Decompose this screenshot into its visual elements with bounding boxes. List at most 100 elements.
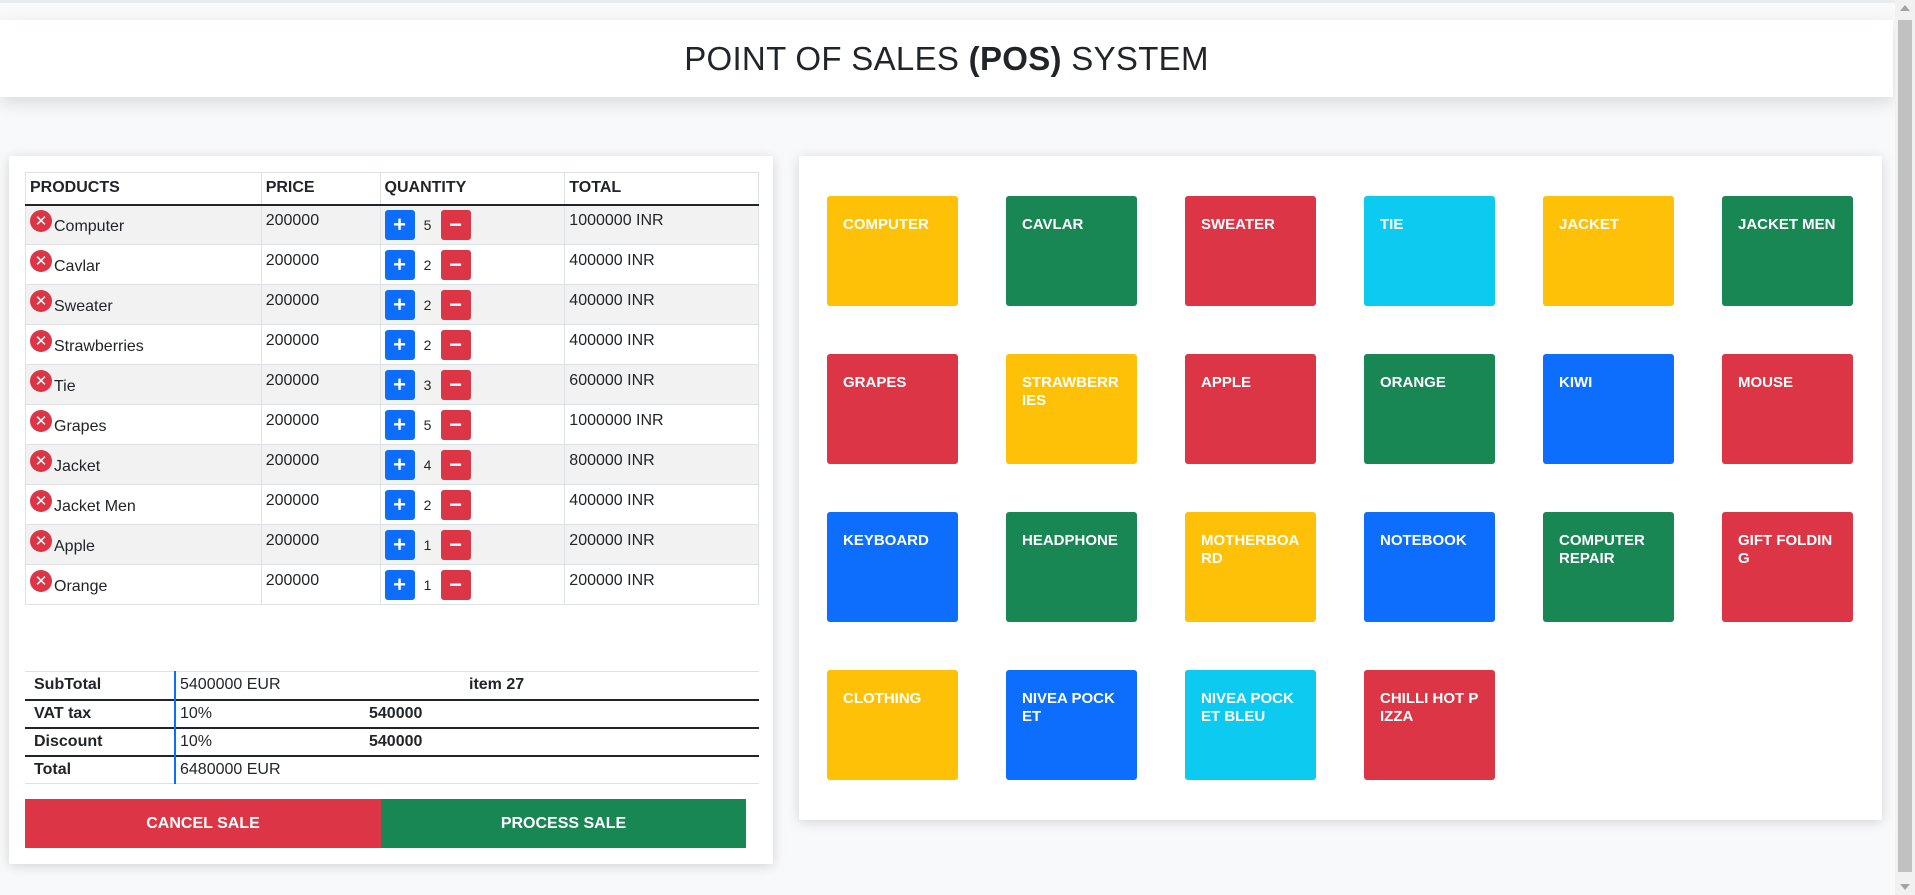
product-tile[interactable]: JACKET: [1543, 196, 1674, 306]
product-tile[interactable]: KEYBOARD: [827, 512, 958, 622]
total-row: Total 6480000 EUR: [25, 755, 759, 784]
product-grid: COMPUTER CAVLAR SWEATER TIE JACKET JACKET MEN…: [827, 196, 1853, 780]
product-tile[interactable]: GRAPES: [827, 354, 958, 464]
quantity-value: 2: [423, 336, 432, 353]
cart-row: ✕ Strawberries 200000 +2− 400000 INR: [25, 324, 759, 365]
product-name: Orange: [54, 577, 108, 595]
page-scrollbar[interactable]: [1895, 0, 1915, 895]
decrease-qty-button[interactable]: −: [440, 209, 471, 240]
decrease-qty-button[interactable]: −: [440, 569, 471, 600]
quantity-value: 5: [423, 416, 432, 433]
process-sale-button[interactable]: PROCESS SALE: [381, 799, 746, 848]
cart-row: ✕ Tie 200000 +3− 600000 INR: [25, 364, 759, 405]
remove-item-icon[interactable]: ✕: [30, 489, 52, 512]
product-tile[interactable]: APPLE: [1185, 354, 1316, 464]
cancel-sale-button[interactable]: CANCEL SALE: [25, 799, 381, 848]
increase-qty-button[interactable]: +: [384, 209, 415, 240]
product-name: Strawberries: [54, 337, 144, 355]
product-tile[interactable]: NIVEA POCKET: [1006, 670, 1137, 780]
quantity-value: 5: [423, 216, 432, 233]
decrease-qty-button[interactable]: −: [440, 409, 471, 440]
product-price: 200000: [265, 331, 320, 349]
product-tile[interactable]: MOTHERBOARD: [1185, 512, 1316, 622]
remove-item-icon[interactable]: ✕: [30, 449, 52, 472]
product-tile[interactable]: JACKET MEN: [1722, 196, 1853, 306]
remove-item-icon[interactable]: ✕: [30, 329, 52, 352]
quantity-value: 3: [423, 376, 432, 393]
page-header: POINT OF SALES (POS) SYSTEM: [0, 20, 1893, 97]
remove-item-icon[interactable]: ✕: [30, 529, 52, 552]
product-price: 200000: [265, 411, 320, 429]
line-total: 400000 INR: [569, 331, 655, 349]
product-name: Tie: [54, 377, 76, 395]
vat-label: VAT tax: [34, 704, 92, 722]
decrease-qty-button[interactable]: −: [440, 449, 471, 480]
quantity-value: 2: [423, 256, 432, 273]
cart-row: ✕ Computer 200000 +5− 1000000 INR: [25, 204, 759, 245]
decrease-qty-button[interactable]: −: [440, 529, 471, 560]
item-count: item 27: [469, 676, 525, 694]
product-tile[interactable]: TIE: [1364, 196, 1495, 306]
product-price: 200000: [265, 531, 320, 549]
cart-row: ✕ Sweater 200000 +2− 400000 INR: [25, 284, 759, 325]
line-total: 200000 INR: [569, 531, 655, 549]
decrease-qty-button[interactable]: −: [440, 489, 471, 520]
remove-item-icon[interactable]: ✕: [30, 409, 52, 432]
scroll-up-icon[interactable]: [1900, 5, 1910, 11]
increase-qty-button[interactable]: +: [384, 249, 415, 280]
product-tile[interactable]: HEADPHONE: [1006, 512, 1137, 622]
decrease-qty-button[interactable]: −: [440, 329, 471, 360]
product-tile[interactable]: SWEATER: [1185, 196, 1316, 306]
increase-qty-button[interactable]: +: [384, 569, 415, 600]
increase-qty-button[interactable]: +: [384, 529, 415, 560]
subtotal-label: SubTotal: [34, 676, 102, 694]
product-name: Apple: [54, 537, 95, 555]
product-price: 200000: [265, 451, 320, 469]
col-price: PRICE: [260, 172, 381, 206]
increase-qty-button[interactable]: +: [384, 489, 415, 520]
product-tile[interactable]: ORANGE: [1364, 354, 1495, 464]
product-name: Jacket Men: [54, 497, 136, 515]
product-tile[interactable]: GIFT FOLDING: [1722, 512, 1853, 622]
decrease-qty-button[interactable]: −: [440, 249, 471, 280]
cart-row: ✕ Grapes 200000 +5− 1000000 INR: [25, 404, 759, 445]
decrease-qty-button[interactable]: −: [440, 289, 471, 320]
scroll-down-icon[interactable]: [1900, 884, 1910, 890]
product-tile[interactable]: NIVEA POCKET BLEU: [1185, 670, 1316, 780]
cart-header-row: PRODUCTS PRICE QUANTITY TOTAL: [25, 172, 759, 206]
product-tile[interactable]: NOTEBOOK: [1364, 512, 1495, 622]
increase-qty-button[interactable]: +: [384, 289, 415, 320]
remove-item-icon[interactable]: ✕: [30, 569, 52, 592]
cart-row: ✕ Orange 200000 +1− 200000 INR: [25, 564, 759, 605]
scroll-thumb[interactable]: [1898, 20, 1912, 872]
quantity-value: 1: [423, 536, 432, 553]
product-tile[interactable]: CLOTHING: [827, 670, 958, 780]
product-tile[interactable]: COMPUTER REPAIR: [1543, 512, 1674, 622]
remove-item-icon[interactable]: ✕: [30, 289, 52, 312]
product-name: Computer: [54, 217, 125, 235]
cart-row: ✕ Jacket Men 200000 +2− 400000 INR: [25, 484, 759, 525]
product-tile[interactable]: KIWI: [1543, 354, 1674, 464]
product-tile[interactable]: CAVLAR: [1006, 196, 1137, 306]
remove-item-icon[interactable]: ✕: [30, 249, 52, 272]
product-name: Grapes: [54, 417, 107, 435]
increase-qty-button[interactable]: +: [384, 449, 415, 480]
increase-qty-button[interactable]: +: [384, 329, 415, 360]
increase-qty-button[interactable]: +: [384, 409, 415, 440]
decrease-qty-button[interactable]: −: [440, 369, 471, 400]
product-tile[interactable]: MOUSE: [1722, 354, 1853, 464]
vat-amount: 540000: [369, 704, 423, 722]
remove-item-icon[interactable]: ✕: [30, 209, 52, 232]
product-tile[interactable]: STRAWBERRIES: [1006, 354, 1137, 464]
increase-qty-button[interactable]: +: [384, 369, 415, 400]
line-total: 1000000 INR: [569, 211, 664, 229]
line-total: 400000 INR: [569, 251, 655, 269]
remove-item-icon[interactable]: ✕: [30, 369, 52, 392]
total-label: Total: [34, 760, 72, 778]
discount-amount: 540000: [369, 732, 423, 750]
product-tile[interactable]: COMPUTER: [827, 196, 958, 306]
line-total: 600000 INR: [569, 371, 655, 389]
line-total: 1000000 INR: [569, 411, 664, 429]
product-tile[interactable]: CHILLI HOT PIZZA: [1364, 670, 1495, 780]
line-total: 400000 INR: [569, 491, 655, 509]
